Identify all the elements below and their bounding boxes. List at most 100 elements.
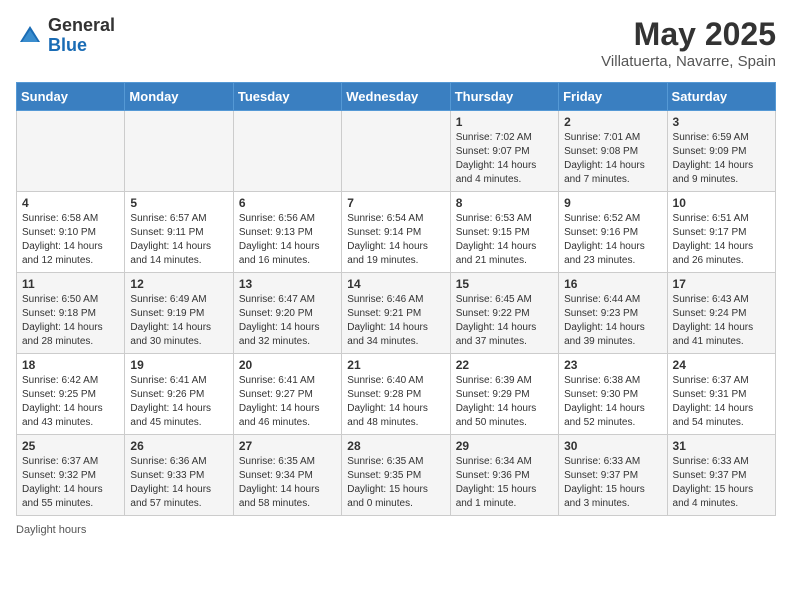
logo-text: General Blue <box>48 16 115 56</box>
calendar-cell: 31 Sunrise: 6:33 AMSunset: 9:37 PMDayligh… <box>667 435 775 516</box>
day-number: 24 <box>673 358 770 372</box>
weekday-header: Monday <box>125 83 233 111</box>
day-number: 19 <box>130 358 227 372</box>
logo: General Blue <box>16 16 115 56</box>
day-number: 17 <box>673 277 770 291</box>
day-info: Sunrise: 6:37 AMSunset: 9:31 PMDaylight:… <box>673 374 770 430</box>
day-info: Sunrise: 6:41 AMSunset: 9:26 PMDaylight:… <box>130 374 227 430</box>
day-number: 7 <box>347 196 444 210</box>
title-block: May 2025 Villatuerta, Navarre, Spain <box>601 16 776 70</box>
calendar-cell: 2 Sunrise: 7:01 AMSunset: 9:08 PMDaylight… <box>559 111 667 192</box>
day-info: Sunrise: 6:33 AMSunset: 9:37 PMDaylight:… <box>673 455 770 511</box>
calendar-cell: 27 Sunrise: 6:35 AMSunset: 9:34 PMDayligh… <box>233 435 341 516</box>
day-number: 8 <box>456 196 553 210</box>
day-info: Sunrise: 6:52 AMSunset: 9:16 PMDaylight:… <box>564 212 661 268</box>
day-number: 25 <box>22 439 119 453</box>
day-number: 28 <box>347 439 444 453</box>
day-info: Sunrise: 6:45 AMSunset: 9:22 PMDaylight:… <box>456 293 553 349</box>
calendar-cell: 10Sunrise: 6:51 AMSunset: 9:17 PMDayligh… <box>667 192 775 273</box>
day-info: Sunrise: 6:51 AMSunset: 9:17 PMDaylight:… <box>673 212 770 268</box>
day-info: Sunrise: 6:47 AMSunset: 9:20 PMDaylight:… <box>239 293 336 349</box>
calendar-cell: 4 Sunrise: 6:58 AMSunset: 9:10 PMDaylight… <box>17 192 125 273</box>
calendar-cell: 21 Sunrise: 6:40 AMSunset: 9:28 PMDayligh… <box>342 354 450 435</box>
day-number: 12 <box>130 277 227 291</box>
day-number: 15 <box>456 277 553 291</box>
calendar-cell: 26 Sunrise: 6:36 AMSunset: 9:33 PMDayligh… <box>125 435 233 516</box>
day-info: Sunrise: 6:33 AMSunset: 9:37 PMDaylight:… <box>564 455 661 511</box>
calendar-cell: 30 Sunrise: 6:33 AMSunset: 9:37 PMDayligh… <box>559 435 667 516</box>
day-info: Sunrise: 6:43 AMSunset: 9:24 PMDaylight:… <box>673 293 770 349</box>
calendar-cell: 22 Sunrise: 6:39 AMSunset: 9:29 PMDayligh… <box>450 354 558 435</box>
calendar-cell: 5Sunrise: 6:57 AMSunset: 9:11 PMDaylight… <box>125 192 233 273</box>
calendar-cell: 13 Sunrise: 6:47 AMSunset: 9:20 PMDayligh… <box>233 273 341 354</box>
calendar-table: SundayMondayTuesdayWednesdayThursdayFrid… <box>16 82 776 516</box>
day-number: 26 <box>130 439 227 453</box>
day-info: Sunrise: 6:57 AMSunset: 9:11 PMDaylight:… <box>130 212 227 268</box>
day-info: Sunrise: 6:44 AMSunset: 9:23 PMDaylight:… <box>564 293 661 349</box>
calendar-cell: 15 Sunrise: 6:45 AMSunset: 9:22 PMDayligh… <box>450 273 558 354</box>
day-number: 6 <box>239 196 336 210</box>
day-info: Sunrise: 6:54 AMSunset: 9:14 PMDaylight:… <box>347 212 444 268</box>
day-info: Sunrise: 6:46 AMSunset: 9:21 PMDaylight:… <box>347 293 444 349</box>
day-info: Sunrise: 6:41 AMSunset: 9:27 PMDaylight:… <box>239 374 336 430</box>
calendar-cell <box>125 111 233 192</box>
day-number: 22 <box>456 358 553 372</box>
logo-icon <box>16 22 44 50</box>
day-info: Sunrise: 7:02 AMSunset: 9:07 PMDaylight:… <box>456 131 553 187</box>
calendar-week-row: 18Sunrise: 6:42 AMSunset: 9:25 PMDayligh… <box>17 354 776 435</box>
calendar-cell: 1 Sunrise: 7:02 AMSunset: 9:07 PMDaylight… <box>450 111 558 192</box>
page-header: General Blue May 2025 Villatuerta, Navar… <box>16 16 776 70</box>
weekday-header: Thursday <box>450 83 558 111</box>
day-info: Sunrise: 6:42 AMSunset: 9:25 PMDaylight:… <box>22 374 119 430</box>
calendar-cell <box>233 111 341 192</box>
day-number: 3 <box>673 115 770 129</box>
logo-blue: Blue <box>48 36 115 56</box>
day-info: Sunrise: 6:35 AMSunset: 9:35 PMDaylight:… <box>347 455 444 511</box>
calendar-week-row: 4 Sunrise: 6:58 AMSunset: 9:10 PMDaylight… <box>17 192 776 273</box>
day-number: 1 <box>456 115 553 129</box>
calendar-cell: 24 Sunrise: 6:37 AMSunset: 9:31 PMDayligh… <box>667 354 775 435</box>
day-info: Sunrise: 6:38 AMSunset: 9:30 PMDaylight:… <box>564 374 661 430</box>
day-number: 11 <box>22 277 119 291</box>
day-number: 23 <box>564 358 661 372</box>
day-info: Sunrise: 7:01 AMSunset: 9:08 PMDaylight:… <box>564 131 661 187</box>
calendar-week-row: 25Sunrise: 6:37 AMSunset: 9:32 PMDayligh… <box>17 435 776 516</box>
day-number: 4 <box>22 196 119 210</box>
day-number: 2 <box>564 115 661 129</box>
calendar-cell: 19 Sunrise: 6:41 AMSunset: 9:26 PMDayligh… <box>125 354 233 435</box>
day-info: Sunrise: 6:34 AMSunset: 9:36 PMDaylight:… <box>456 455 553 511</box>
location: Villatuerta, Navarre, Spain <box>601 53 776 70</box>
daylight-label: Daylight hours <box>16 524 86 536</box>
calendar-cell: 17 Sunrise: 6:43 AMSunset: 9:24 PMDayligh… <box>667 273 775 354</box>
weekday-header-row: SundayMondayTuesdayWednesdayThursdayFrid… <box>17 83 776 111</box>
weekday-header: Sunday <box>17 83 125 111</box>
day-number: 31 <box>673 439 770 453</box>
day-info: Sunrise: 6:39 AMSunset: 9:29 PMDaylight:… <box>456 374 553 430</box>
day-number: 27 <box>239 439 336 453</box>
weekday-header: Tuesday <box>233 83 341 111</box>
calendar-cell: 11 Sunrise: 6:50 AMSunset: 9:18 PMDayligh… <box>17 273 125 354</box>
calendar-cell: 7 Sunrise: 6:54 AMSunset: 9:14 PMDaylight… <box>342 192 450 273</box>
calendar-cell: 9 Sunrise: 6:52 AMSunset: 9:16 PMDaylight… <box>559 192 667 273</box>
day-number: 30 <box>564 439 661 453</box>
calendar-week-row: 1 Sunrise: 7:02 AMSunset: 9:07 PMDaylight… <box>17 111 776 192</box>
day-info: Sunrise: 6:50 AMSunset: 9:18 PMDaylight:… <box>22 293 119 349</box>
day-number: 21 <box>347 358 444 372</box>
calendar-cell: 29Sunrise: 6:34 AMSunset: 9:36 PMDayligh… <box>450 435 558 516</box>
month-title: May 2025 <box>601 16 776 53</box>
day-info: Sunrise: 6:35 AMSunset: 9:34 PMDaylight:… <box>239 455 336 511</box>
day-info: Sunrise: 6:59 AMSunset: 9:09 PMDaylight:… <box>673 131 770 187</box>
day-number: 13 <box>239 277 336 291</box>
day-info: Sunrise: 6:53 AMSunset: 9:15 PMDaylight:… <box>456 212 553 268</box>
weekday-header: Friday <box>559 83 667 111</box>
logo-general: General <box>48 16 115 36</box>
day-info: Sunrise: 6:36 AMSunset: 9:33 PMDaylight:… <box>130 455 227 511</box>
day-number: 9 <box>564 196 661 210</box>
day-info: Sunrise: 6:40 AMSunset: 9:28 PMDaylight:… <box>347 374 444 430</box>
calendar-week-row: 11 Sunrise: 6:50 AMSunset: 9:18 PMDayligh… <box>17 273 776 354</box>
calendar-cell: 20Sunrise: 6:41 AMSunset: 9:27 PMDayligh… <box>233 354 341 435</box>
calendar-cell <box>17 111 125 192</box>
day-info: Sunrise: 6:58 AMSunset: 9:10 PMDaylight:… <box>22 212 119 268</box>
calendar-cell <box>342 111 450 192</box>
calendar-cell: 14Sunrise: 6:46 AMSunset: 9:21 PMDayligh… <box>342 273 450 354</box>
